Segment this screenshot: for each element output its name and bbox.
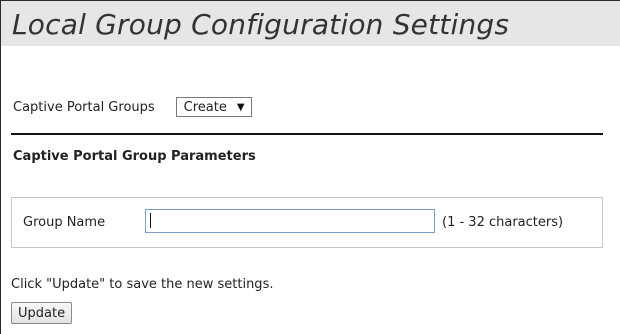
- captive-portal-groups-row: Captive Portal Groups Create ▼: [13, 96, 252, 118]
- update-instructions: Click "Update" to save the new settings.: [11, 277, 274, 292]
- page-title: Local Group Configuration Settings: [12, 8, 510, 41]
- title-bar: Local Group Configuration Settings: [0, 0, 620, 46]
- group-name-label: Group Name: [23, 215, 106, 230]
- group-name-hint: (1 - 32 characters): [442, 215, 564, 230]
- group-name-input[interactable]: [145, 209, 435, 233]
- group-parameters-heading: Captive Portal Group Parameters: [13, 149, 256, 164]
- text-cursor: [150, 213, 151, 228]
- section-separator: [11, 133, 603, 135]
- settings-page: Local Group Configuration Settings Capti…: [0, 0, 620, 334]
- dropdown-arrow-icon: ▼: [236, 101, 245, 113]
- group-parameters-box: Group Name (1 - 32 characters): [11, 197, 603, 248]
- captive-portal-groups-select-value: Create: [183, 99, 227, 115]
- update-button[interactable]: Update: [11, 302, 73, 324]
- captive-portal-groups-label: Captive Portal Groups: [13, 99, 155, 115]
- captive-portal-groups-select[interactable]: Create ▼: [175, 97, 252, 117]
- left-border: [0, 46, 1, 334]
